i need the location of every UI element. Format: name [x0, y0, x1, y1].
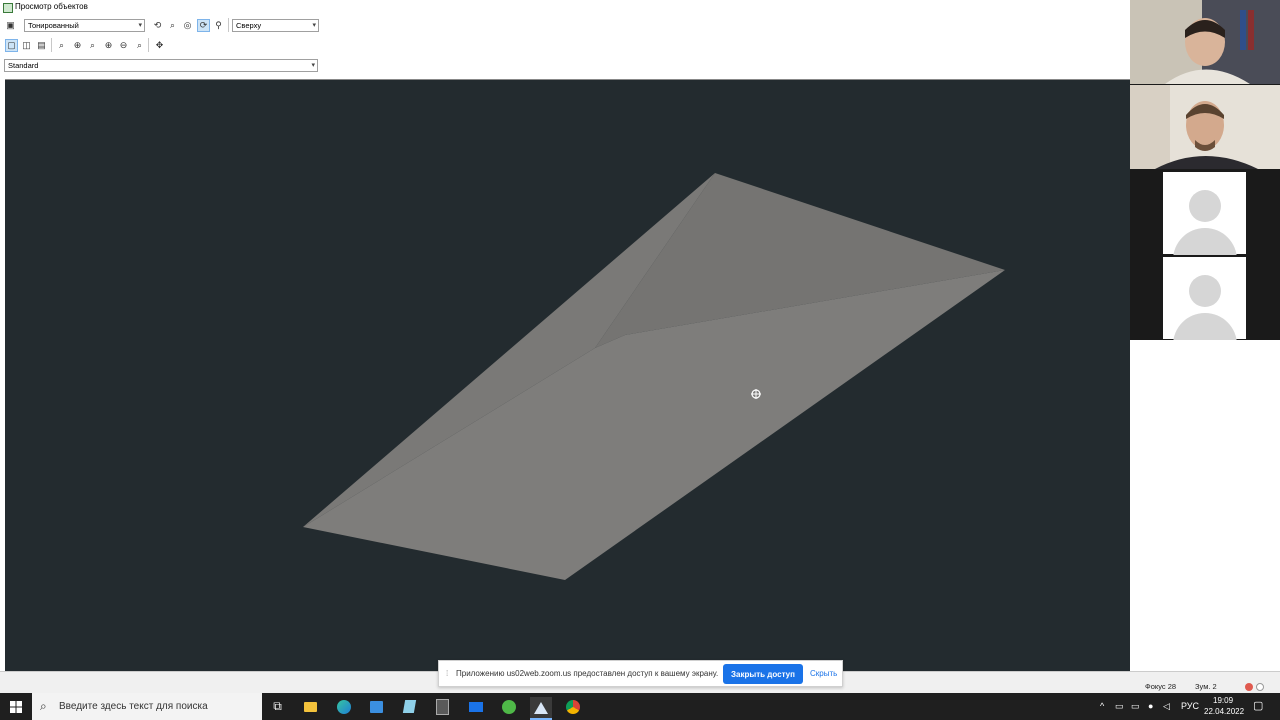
notes-icon[interactable] — [400, 697, 419, 716]
avatar-body-icon — [1173, 313, 1237, 340]
zoom-out-icon[interactable]: ⊖ — [117, 39, 130, 52]
avatar-body-icon — [1173, 228, 1237, 255]
task-view-icon[interactable]: ⧉ — [268, 697, 287, 716]
zoom-window-icon[interactable]: ⌕ — [166, 19, 179, 32]
microphone-icon[interactable]: ● — [1148, 701, 1153, 711]
view-cube-icon[interactable]: ◫ — [20, 39, 33, 52]
hide-link[interactable]: Скрыть — [810, 669, 837, 678]
toolbar-visual-style: Standard ▾ — [0, 58, 1130, 74]
status-indicator-icon — [1245, 683, 1253, 691]
toolbar-separator — [148, 38, 149, 52]
windows-logo-icon — [10, 700, 22, 713]
participant-video-3[interactable] — [1130, 171, 1280, 255]
drag-handle-icon[interactable]: ⁞ — [446, 669, 448, 678]
zoom-in-icon[interactable]: ⊕ — [71, 39, 84, 52]
viewport-canvas — [303, 173, 1005, 580]
zoom-share-bar: ⁞ Приложению us02web.zoom.us предоставле… — [438, 660, 843, 687]
store-icon[interactable] — [367, 697, 386, 716]
search-icon: ⌕ — [40, 699, 47, 713]
taskbar-search[interactable]: ⌕ Введите здесь текст для поиска — [32, 693, 262, 720]
chevron-down-icon: ▾ — [311, 62, 315, 69]
edge-icon[interactable] — [334, 697, 353, 716]
share-message: Приложению us02web.zoom.us предоставлен … — [456, 669, 719, 678]
clock-date[interactable]: 22.04.2022 — [1204, 707, 1244, 716]
toolbar-top: ▣ Тонированный ▾ ⟲ ⌕ ◎ ⟳ ⚲ Сверху ▾ — [0, 16, 1130, 36]
utorrent-icon[interactable] — [499, 697, 518, 716]
window-title: Просмотр объектов — [15, 2, 88, 11]
chevron-down-icon: ▾ — [312, 22, 316, 29]
notifications-icon[interactable]: ▢ — [1253, 699, 1263, 712]
participant-video-1[interactable] — [1130, 0, 1280, 84]
status-indicator-icon — [1256, 683, 1264, 691]
visual-style-value: Standard — [8, 61, 39, 70]
participant-photo — [1130, 85, 1280, 169]
orbit-icon[interactable]: ⟲ — [151, 19, 164, 32]
zoom-extents-icon[interactable]: ⊕ — [102, 39, 115, 52]
stop-share-button[interactable]: Закрыть доступ — [723, 664, 803, 684]
avatar — [1163, 257, 1246, 340]
language-indicator[interactable]: РУС — [1181, 701, 1199, 711]
start-button[interactable] — [0, 693, 32, 720]
calculator-icon[interactable] — [433, 697, 452, 716]
file-explorer-icon[interactable] — [301, 697, 320, 716]
avatar-head-icon — [1189, 190, 1221, 222]
shading-mode-value: Тонированный — [28, 21, 79, 30]
view-camera-icon[interactable]: ⚲ — [212, 19, 225, 32]
zoom-realtime-icon[interactable]: ⌕ — [55, 39, 68, 52]
zoom-readout: Зум. 2 — [1195, 682, 1217, 691]
view-single-icon[interactable]: ▢ — [5, 39, 18, 52]
tray-expand-icon[interactable]: ^ — [1100, 701, 1104, 711]
toolbar-separator — [51, 38, 52, 52]
video-panel — [1130, 0, 1280, 340]
app-icon — [3, 3, 13, 13]
clock-time[interactable]: 19:09 — [1213, 696, 1233, 705]
save-icon[interactable]: ▣ — [4, 19, 17, 32]
view-direction-value: Сверху — [236, 21, 262, 30]
participant-video-2[interactable] — [1130, 85, 1280, 169]
zoom-window-icon[interactable]: ⌕ — [86, 39, 99, 52]
avatar-head-icon — [1189, 275, 1221, 307]
volume-icon[interactable]: ◁ — [1163, 701, 1170, 712]
autocad-icon[interactable] — [530, 697, 552, 720]
participant-photo — [1130, 0, 1280, 84]
view-multi-icon[interactable]: ▤ — [35, 39, 48, 52]
window-title-bar: Просмотр объектов — [0, 0, 1130, 15]
view-direction-select[interactable]: Сверху ▾ — [232, 19, 319, 32]
shading-mode-select[interactable]: Тонированный ▾ — [24, 19, 145, 32]
mail-icon[interactable] — [466, 697, 485, 716]
search-placeholder: Введите здесь текст для поиска — [59, 701, 208, 712]
toolbar-navigation: ▢ ◫ ▤ ⌕ ⊕ ⌕ ⊕ ⊖ ⌕ ✥ — [0, 37, 1130, 55]
focus-readout: Фокус 28 — [1145, 682, 1177, 691]
pan-icon[interactable]: ✥ — [153, 39, 166, 52]
windows-taskbar: ⌕ Введите здесь текст для поиска ⧉ ^ ▭ ▭… — [0, 693, 1280, 720]
free-orbit-icon[interactable]: ◎ — [181, 19, 194, 32]
chevron-down-icon: ▾ — [138, 22, 142, 29]
avatar — [1163, 172, 1246, 255]
3d-viewport[interactable] — [5, 79, 1130, 671]
network-icon[interactable]: ▭ — [1131, 701, 1140, 712]
toolbar-separator — [228, 18, 229, 32]
chrome-icon[interactable] — [563, 697, 582, 716]
continuous-orbit-icon[interactable]: ⟳ — [197, 19, 210, 32]
participant-video-4[interactable] — [1130, 256, 1280, 340]
zoom-previous-icon[interactable]: ⌕ — [133, 39, 146, 52]
visual-style-select[interactable]: Standard ▾ — [4, 59, 318, 72]
meet-now-icon[interactable]: ▭ — [1115, 701, 1124, 712]
